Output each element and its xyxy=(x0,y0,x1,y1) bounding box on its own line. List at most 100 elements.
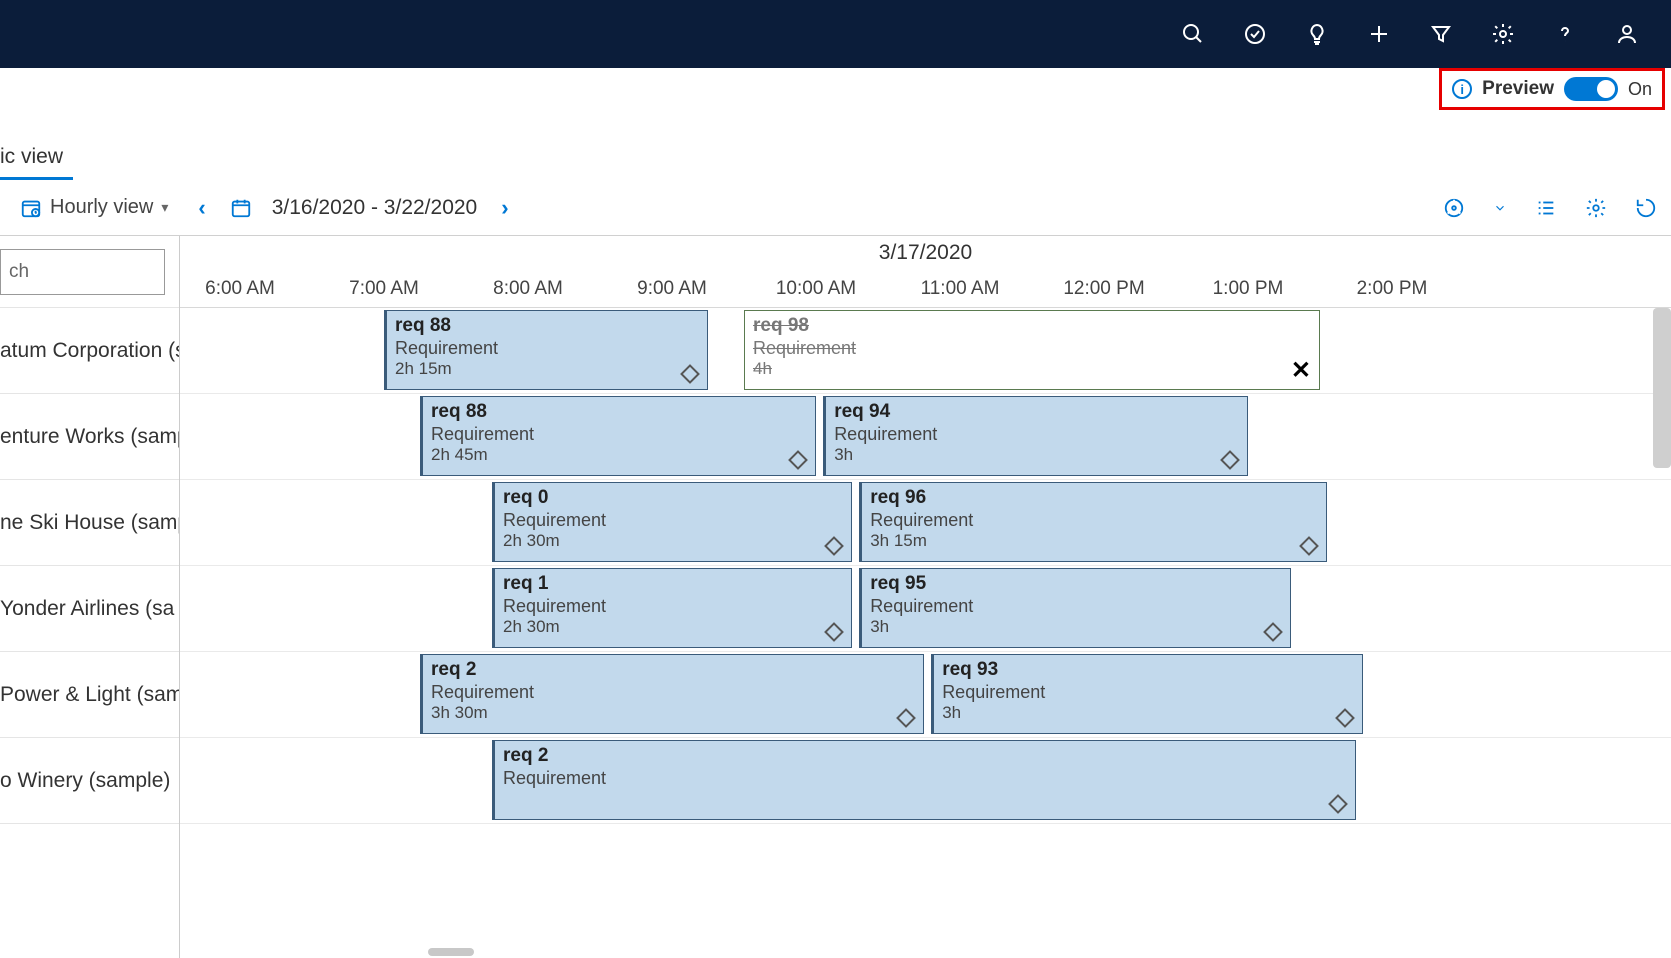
current-date-label: 3/17/2020 xyxy=(180,236,1671,270)
booking-subtitle: Requirement xyxy=(395,338,699,360)
profile-icon[interactable] xyxy=(1613,20,1641,48)
booking-duration: 3h xyxy=(870,617,1282,637)
resource-row[interactable]: Power & Light (sam xyxy=(0,652,179,738)
booking-subtitle: Requirement xyxy=(834,424,1239,446)
booking-subtitle: Requirement xyxy=(870,596,1282,618)
booking-status-icon xyxy=(827,539,845,557)
booking-title: req 96 xyxy=(870,487,1318,510)
booking-subtitle: Requirement xyxy=(431,424,807,446)
booking-status-icon xyxy=(1223,453,1241,471)
hour-label: 11:00 AM xyxy=(910,270,1010,308)
booking-title: req 95 xyxy=(870,573,1282,596)
task-check-icon[interactable] xyxy=(1241,20,1269,48)
schedule-grid[interactable]: 3/17/2020 6:00 AM7:00 AM8:00 AM9:00 AM10… xyxy=(180,236,1671,958)
preview-toggle[interactable] xyxy=(1564,77,1618,101)
next-range-button[interactable]: › xyxy=(497,195,512,221)
booking-block[interactable]: req 93Requirement3h xyxy=(931,654,1363,734)
booking-status-icon xyxy=(827,625,845,643)
resource-row[interactable]: Yonder Airlines (sa xyxy=(0,566,179,652)
booking-title: req 0 xyxy=(503,487,843,510)
preview-label: Preview xyxy=(1482,78,1554,100)
booking-status-icon xyxy=(1302,539,1320,557)
preview-toggle-box: i Preview On xyxy=(1439,68,1665,110)
booking-status-icon xyxy=(791,453,809,471)
booking-duration: 3h 30m xyxy=(431,703,915,723)
booking-title: req 2 xyxy=(431,659,915,682)
board-settings-icon[interactable] xyxy=(1585,197,1607,219)
booking-title: req 88 xyxy=(395,315,699,338)
resource-row[interactable]: atum Corporation (s xyxy=(0,308,179,394)
booking-block-cancelled[interactable]: req 98Requirement4h✕ xyxy=(744,310,1320,390)
booking-duration: 3h xyxy=(834,445,1239,465)
hour-header: 6:00 AM7:00 AM8:00 AM9:00 AM10:00 AM11:0… xyxy=(180,270,1671,308)
hour-label: 8:00 AM xyxy=(478,270,578,308)
refresh-icon[interactable] xyxy=(1635,197,1657,219)
booking-subtitle: Requirement xyxy=(431,682,915,704)
resource-row[interactable]: enture Works (samp xyxy=(0,394,179,480)
preview-state: On xyxy=(1628,79,1652,100)
chevron-down-small-icon[interactable] xyxy=(1493,197,1507,219)
info-icon[interactable]: i xyxy=(1452,79,1472,99)
add-icon[interactable] xyxy=(1365,20,1393,48)
schedule-toolbar: Hourly view ▾ ‹ 3/16/2020 - 3/22/2020 › xyxy=(0,180,1671,236)
schedule-row: req 2Requirement3h 30mreq 93Requirement3… xyxy=(180,652,1671,738)
horizontal-scrollbar[interactable] xyxy=(428,948,474,956)
booking-title: req 1 xyxy=(503,573,843,596)
booking-subtitle: Requirement xyxy=(503,596,843,618)
schedule-main: atum Corporation (senture Works (sampne … xyxy=(0,236,1671,958)
tab-view[interactable]: ic view xyxy=(0,145,73,180)
booking-subtitle: Requirement xyxy=(753,338,1311,360)
prev-range-button[interactable]: ‹ xyxy=(194,195,209,221)
list-details-icon[interactable] xyxy=(1535,197,1557,219)
booking-block[interactable]: req 95Requirement3h xyxy=(859,568,1291,648)
booking-status-icon xyxy=(899,711,917,729)
booking-duration: 2h 30m xyxy=(503,531,843,551)
filter-icon[interactable] xyxy=(1427,20,1455,48)
booking-block[interactable]: req 88Requirement2h 45m xyxy=(420,396,816,476)
booking-block[interactable]: req 2Requirement3h 30m xyxy=(420,654,924,734)
resource-row[interactable]: o Winery (sample) xyxy=(0,738,179,824)
top-app-bar xyxy=(0,0,1671,68)
booking-duration: 2h 45m xyxy=(431,445,807,465)
booking-block[interactable]: req 2Requirement xyxy=(492,740,1356,820)
settings-gear-icon[interactable] xyxy=(1489,20,1517,48)
schedule-row: req 88Requirement2h 45mreq 94Requirement… xyxy=(180,394,1671,480)
hour-label: 2:00 PM xyxy=(1342,270,1442,308)
schedule-row: req 88Requirement2h 15mreq 98Requirement… xyxy=(180,308,1671,394)
preview-strip: i Preview On xyxy=(0,68,1671,110)
booking-block[interactable]: req 94Requirement3h xyxy=(823,396,1248,476)
booking-title: req 93 xyxy=(942,659,1354,682)
booking-block[interactable]: req 1Requirement2h 30m xyxy=(492,568,852,648)
search-icon[interactable] xyxy=(1179,20,1207,48)
driving-icon[interactable] xyxy=(1443,197,1465,219)
hour-label: 9:00 AM xyxy=(622,270,722,308)
date-range-label: 3/16/2020 - 3/22/2020 xyxy=(272,196,478,220)
calendar-clock-icon xyxy=(20,197,42,219)
hour-label: 10:00 AM xyxy=(766,270,866,308)
schedule-row: req 1Requirement2h 30mreq 95Requirement3… xyxy=(180,566,1671,652)
help-icon[interactable] xyxy=(1551,20,1579,48)
hour-label: 1:00 PM xyxy=(1198,270,1298,308)
vertical-scrollbar[interactable] xyxy=(1653,308,1671,468)
calendar-icon[interactable] xyxy=(230,197,252,219)
hour-label: 7:00 AM xyxy=(334,270,434,308)
booking-subtitle: Requirement xyxy=(870,510,1318,532)
booking-block[interactable]: req 96Requirement3h 15m xyxy=(859,482,1327,562)
idea-bulb-icon[interactable] xyxy=(1303,20,1331,48)
booking-status-icon xyxy=(1266,625,1284,643)
booking-subtitle: Requirement xyxy=(503,510,843,532)
booking-status-icon xyxy=(683,367,701,385)
booking-status-icon xyxy=(1338,711,1356,729)
tabs-strip: ic view xyxy=(0,110,1671,180)
booking-duration: 2h 15m xyxy=(395,359,699,379)
resource-search-input[interactable] xyxy=(0,249,165,295)
resource-row[interactable]: ne Ski House (samp xyxy=(0,480,179,566)
booking-block[interactable]: req 0Requirement2h 30m xyxy=(492,482,852,562)
booking-title: req 88 xyxy=(431,401,807,424)
booking-block[interactable]: req 88Requirement2h 15m xyxy=(384,310,708,390)
view-selector[interactable]: Hourly view ▾ xyxy=(20,196,168,219)
booking-duration: 4h xyxy=(753,359,1311,379)
view-selector-label: Hourly view xyxy=(50,196,153,219)
resource-sidebar: atum Corporation (senture Works (sampne … xyxy=(0,236,180,958)
booking-status-icon xyxy=(1331,797,1349,815)
